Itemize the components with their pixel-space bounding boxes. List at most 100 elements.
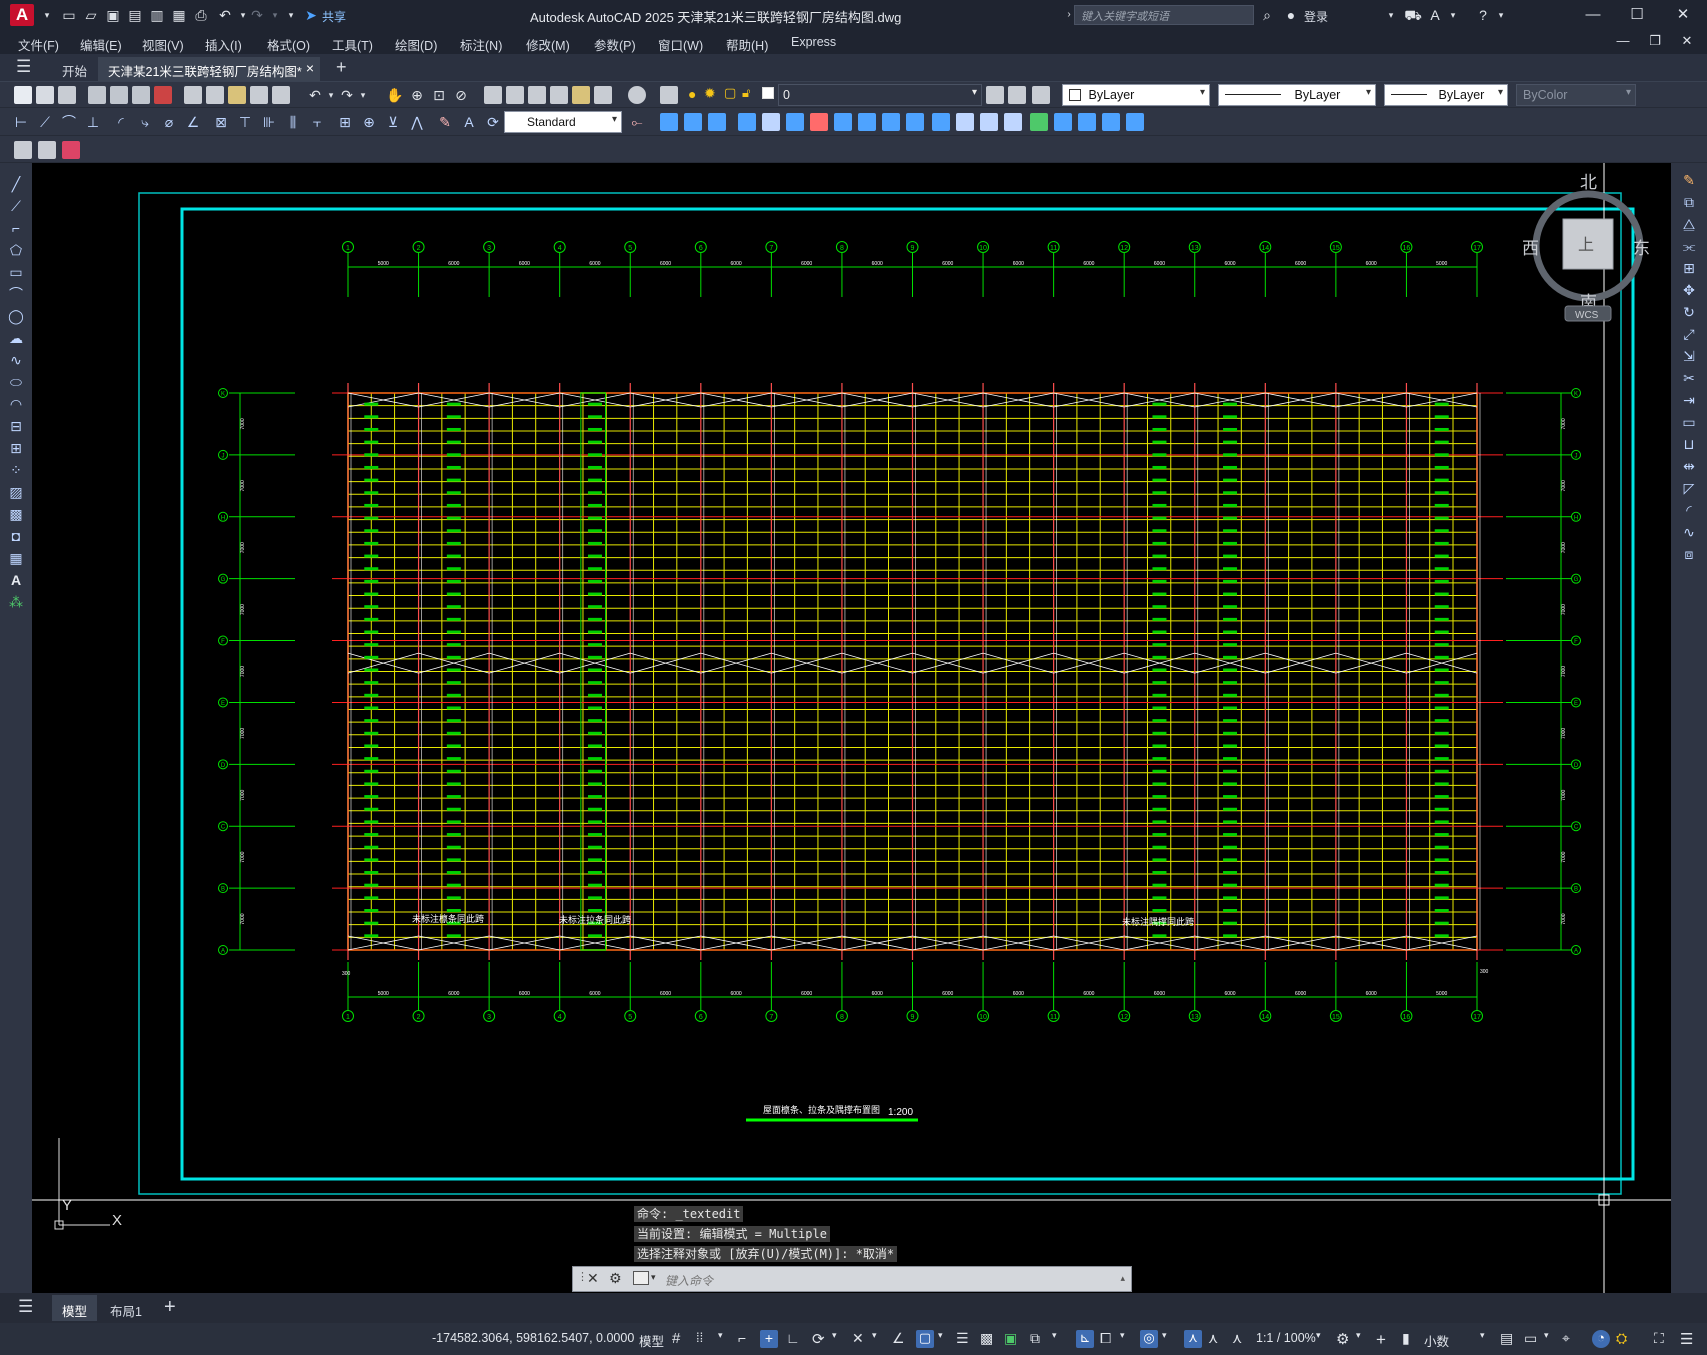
- save-icon[interactable]: [58, 86, 76, 104]
- layer-previous-icon[interactable]: [1008, 86, 1026, 104]
- menu-express[interactable]: Express: [791, 35, 836, 49]
- menu-help[interactable]: 帮助(H): [726, 35, 768, 54]
- break-panel-icon[interactable]: ⊔: [1680, 435, 1698, 453]
- rectangle-icon[interactable]: ▭: [7, 263, 25, 281]
- gizmo-dropdown-icon[interactable]: ▾: [1162, 1330, 1180, 1348]
- menu-window[interactable]: 窗口(W): [658, 35, 703, 54]
- offset-panel-icon[interactable]: ⫘: [1680, 237, 1698, 255]
- close-command-icon[interactable]: ✕: [587, 1270, 599, 1287]
- auto-scale-icon[interactable]: ⋏: [1208, 1330, 1226, 1348]
- isodraft-icon[interactable]: ✕: [852, 1330, 870, 1348]
- dimension-style-icon[interactable]: ⟜: [628, 113, 646, 131]
- login-dropdown-icon[interactable]: ▾: [1382, 6, 1400, 24]
- array-panel-icon[interactable]: ⊞: [1680, 259, 1698, 277]
- layer-properties-icon[interactable]: [660, 86, 678, 104]
- menu-draw[interactable]: 绘图(D): [395, 35, 437, 54]
- quick-properties-icon[interactable]: ▤: [1500, 1330, 1518, 1348]
- copy-icon[interactable]: [206, 86, 224, 104]
- publish-icon[interactable]: [132, 86, 150, 104]
- scale-icon[interactable]: [834, 113, 852, 131]
- object-snap-dropdown-icon[interactable]: ▾: [938, 1330, 956, 1348]
- model-space-button[interactable]: 模型: [639, 1331, 664, 1350]
- textstyle-dropdown[interactable]: Standard ▾: [504, 111, 622, 133]
- mirror-icon[interactable]: [684, 113, 702, 131]
- trim-icon[interactable]: [882, 113, 900, 131]
- line-icon[interactable]: ╱: [7, 175, 25, 193]
- zoom-previous-icon[interactable]: ⊘: [452, 86, 470, 104]
- publish-3d-icon[interactable]: [154, 86, 172, 104]
- rotate-panel-icon[interactable]: ↻: [1680, 303, 1698, 321]
- polygon-icon[interactable]: ⬠: [7, 241, 25, 259]
- block-editor-icon[interactable]: [272, 86, 290, 104]
- minimize-icon[interactable]: —: [1578, 4, 1608, 26]
- polyline-icon[interactable]: ⌐: [7, 219, 25, 237]
- dimension-space-icon[interactable]: ⫼: [284, 113, 302, 131]
- construction-line-icon[interactable]: ⟋: [7, 197, 25, 215]
- cut-icon[interactable]: [184, 86, 202, 104]
- center-mark-icon[interactable]: ⊕: [360, 113, 378, 131]
- object-snap-tracking-icon[interactable]: ∠: [892, 1330, 910, 1348]
- selection-cycling-icon[interactable]: ▣: [1004, 1330, 1022, 1348]
- draw-order-icon[interactable]: [1054, 113, 1072, 131]
- send-back-icon[interactable]: [1102, 113, 1120, 131]
- offset-icon[interactable]: [708, 113, 726, 131]
- help-icon[interactable]: ?: [1474, 6, 1492, 24]
- pan-icon[interactable]: ✋: [386, 86, 404, 104]
- layout-menu-icon[interactable]: ☰: [18, 1297, 33, 1317]
- menu-format[interactable]: 格式(O): [267, 35, 310, 54]
- make-block-icon[interactable]: ⊞: [7, 439, 25, 457]
- isolate-objects-icon[interactable]: ⌖: [1562, 1330, 1580, 1348]
- bring-front-icon[interactable]: [1078, 113, 1096, 131]
- attribute-manager-icon[interactable]: [62, 141, 80, 159]
- match-properties-icon[interactable]: [250, 86, 268, 104]
- layer-states-icon[interactable]: [1032, 86, 1050, 104]
- erase-icon[interactable]: [810, 113, 828, 131]
- login-button[interactable]: 登录: [1304, 8, 1328, 25]
- new-file-icon[interactable]: ▭: [60, 6, 78, 24]
- make-current-layer-icon[interactable]: [986, 86, 1004, 104]
- transparency-icon[interactable]: ▩: [980, 1330, 998, 1348]
- lock-ui-icon[interactable]: ▭: [1524, 1330, 1542, 1348]
- autodesk-app-icon[interactable]: A: [1426, 6, 1444, 24]
- break-icon[interactable]: [932, 113, 950, 131]
- close-icon[interactable]: ✕: [1668, 4, 1698, 26]
- diameter-icon[interactable]: ⌀: [160, 113, 178, 131]
- new-icon[interactable]: [14, 86, 32, 104]
- chevron-up-icon[interactable]: ▴: [1120, 1273, 1125, 1284]
- properties-icon[interactable]: [484, 86, 502, 104]
- doc-minimize-icon[interactable]: —: [1608, 30, 1638, 52]
- table-icon[interactable]: ▦: [7, 549, 25, 567]
- blend-panel-icon[interactable]: ∿: [1680, 523, 1698, 541]
- mirror-panel-icon[interactable]: ⧋: [1680, 215, 1698, 233]
- rotate-icon[interactable]: [786, 113, 804, 131]
- gizmo-icon[interactable]: ◎: [1140, 1330, 1158, 1348]
- apps-dropdown-icon[interactable]: ▾: [1444, 6, 1462, 24]
- scale-dropdown-icon[interactable]: ▾: [1316, 1330, 1334, 1348]
- radius-icon[interactable]: ◜: [112, 113, 130, 131]
- tab-layout1[interactable]: 布局1: [100, 1295, 152, 1321]
- search-input[interactable]: 键入关键字或短语: [1074, 5, 1254, 25]
- linetype-dropdown[interactable]: ByLayer ▾: [1218, 84, 1376, 106]
- open-web-icon[interactable]: ▥: [148, 6, 166, 24]
- baseline-icon[interactable]: ⊤: [236, 113, 254, 131]
- dimension-edit-icon[interactable]: ✎: [436, 113, 454, 131]
- open-file-icon[interactable]: ▱: [82, 6, 100, 24]
- polar-dropdown-icon[interactable]: ▾: [832, 1330, 850, 1348]
- hardware-acceleration-icon[interactable]: ◔: [1592, 1330, 1610, 1348]
- insert-block-icon[interactable]: ⊟: [7, 417, 25, 435]
- menu-modify[interactable]: 修改(M): [526, 35, 570, 54]
- multiline-text-icon[interactable]: A: [7, 571, 25, 589]
- redo-icon[interactable]: ↷: [248, 6, 266, 24]
- revision-cloud-icon[interactable]: ☁︎: [7, 329, 25, 347]
- ellipse-icon[interactable]: ⬭: [7, 373, 25, 391]
- customization-icon[interactable]: ☰: [1680, 1330, 1698, 1348]
- inspect-icon[interactable]: ⊻: [384, 113, 402, 131]
- save-web-icon[interactable]: ▦: [170, 6, 188, 24]
- stretch-icon[interactable]: [858, 113, 876, 131]
- help-dropdown-icon[interactable]: ▾: [1492, 6, 1510, 24]
- trim-panel-icon[interactable]: ✂: [1680, 369, 1698, 387]
- attribute-edit-icon[interactable]: [14, 141, 32, 159]
- search-icon[interactable]: ⌕: [1258, 6, 1276, 24]
- linear-dimension-icon[interactable]: ⊢: [12, 113, 30, 131]
- join-icon[interactable]: [956, 113, 974, 131]
